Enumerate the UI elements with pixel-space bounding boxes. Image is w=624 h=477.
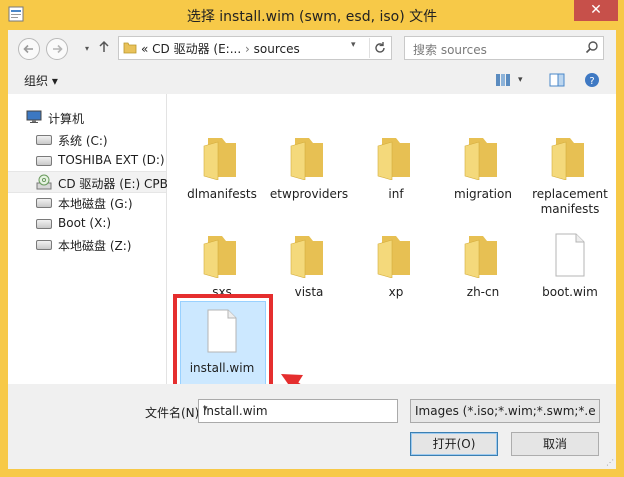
organize-menu-button[interactable]: 组织 ▾: [24, 72, 58, 89]
navigation-row: ▾ « CD 驱动器 (E:... › sources ▾ 搜索 sources: [8, 30, 616, 66]
file-item-migration[interactable]: migration: [440, 134, 526, 202]
dialog-client: ▾ « CD 驱动器 (E:... › sources ▾ 搜索 sources: [8, 30, 616, 469]
file-list: dlmanifests etwproviders inf migration r…: [167, 94, 616, 406]
folder-icon: [290, 138, 323, 181]
filename-input[interactable]: install.wim ▾: [198, 399, 398, 423]
file-name: vista: [294, 285, 324, 299]
close-button[interactable]: ✕: [574, 0, 618, 21]
preview-pane-icon[interactable]: [549, 72, 565, 88]
back-arrow-icon: [23, 44, 33, 54]
hard-drive-icon: [36, 198, 52, 208]
breadcrumb-sources[interactable]: sources: [254, 42, 300, 56]
hard-drive-icon: [36, 219, 52, 229]
file-item-inf[interactable]: inf: [353, 134, 439, 202]
highlight-annotation-box: [173, 294, 273, 390]
file-type-select[interactable]: Images (*.iso;*.wim;*.swm;*.e: [410, 399, 600, 423]
tree-item-drive-g[interactable]: 本地磁盘 (G:): [8, 192, 166, 212]
file-name: etwproviders: [269, 187, 349, 201]
folder-icon: [290, 236, 323, 279]
file-name: replacementmanifests: [532, 187, 608, 216]
tree-item-computer[interactable]: 计算机: [8, 107, 166, 127]
refresh-icon: [375, 42, 385, 53]
file-type-value: Images (*.iso;*.wim;*.swm;*.e: [415, 404, 596, 418]
chevron-down-icon[interactable]: ▾: [203, 404, 393, 414]
resize-grip-icon[interactable]: ⋰: [606, 458, 614, 467]
folder-icon: [464, 236, 497, 279]
title-bar[interactable]: 选择 install.wim (swm, esd, iso) 文件 ✕: [0, 0, 624, 30]
address-bar[interactable]: « CD 驱动器 (E:... › sources ▾: [118, 36, 392, 60]
open-button[interactable]: 打开(O): [410, 432, 498, 456]
file-item-xp[interactable]: xp: [353, 232, 439, 300]
svg-text:?: ?: [589, 76, 594, 87]
recent-locations-dropdown[interactable]: ▾: [85, 44, 89, 53]
tree-item-label: TOSHIBA EXT (D:): [58, 153, 165, 167]
folder-icon: [203, 138, 236, 181]
tree-item-drive-e[interactable]: CD 驱动器 (E:) CPB: [8, 171, 168, 193]
file-item-vista[interactable]: vista: [266, 232, 352, 300]
filename-label: 文件名(N):: [145, 406, 204, 420]
file-name: dlmanifests: [187, 187, 257, 201]
folder-icon: [377, 236, 410, 279]
tree-item-label: 系统 (C:): [58, 134, 108, 148]
folder-icon: [464, 138, 497, 181]
file-name: boot.wim: [542, 285, 598, 299]
window-title: 选择 install.wim (swm, esd, iso) 文件: [186, 9, 438, 25]
computer-icon: [26, 110, 42, 123]
file-name: zh-cn: [466, 285, 500, 299]
cancel-button[interactable]: 取消: [511, 432, 599, 456]
breadcrumb-drive[interactable]: CD 驱动器 (E:...: [152, 42, 241, 56]
hard-drive-icon: [36, 156, 52, 166]
folder-icon: [377, 138, 410, 181]
refresh-button[interactable]: [369, 38, 390, 58]
navigation-pane: 计算机 系统 (C:) TOSHIBA EXT (D:) CD 驱动器 (E:)…: [8, 94, 168, 384]
search-input[interactable]: 搜索 sources: [404, 36, 604, 60]
folder-icon: [203, 236, 236, 279]
tree-item-label: CD 驱动器 (E:) CPB: [58, 177, 168, 191]
tree-item-label: Boot (X:): [58, 216, 112, 230]
folder-icon: [551, 138, 584, 181]
tree-item-label: 计算机: [48, 112, 85, 126]
back-button[interactable]: [18, 38, 40, 60]
file-name: inf: [388, 187, 404, 201]
folder-icon: [123, 42, 137, 54]
file-item-etwproviders[interactable]: etwproviders: [266, 134, 352, 202]
breadcrumb: « CD 驱动器 (E:... › sources: [141, 40, 300, 57]
tree-item-drive-z[interactable]: 本地磁盘 (Z:): [8, 234, 166, 254]
view-options-icon[interactable]: [495, 72, 511, 88]
hard-drive-icon: [36, 135, 52, 145]
view-dropdown-icon[interactable]: ▾: [518, 75, 523, 85]
up-arrow-icon[interactable]: [96, 39, 112, 55]
breadcrumb-separator: ›: [245, 42, 250, 56]
file-name: xp: [388, 285, 404, 299]
tree-item-drive-c[interactable]: 系统 (C:): [8, 129, 166, 149]
forward-arrow-icon: [53, 44, 63, 54]
hard-drive-icon: [36, 240, 52, 250]
cd-drive-icon: [36, 174, 52, 190]
file-open-dialog: 选择 install.wim (swm, esd, iso) 文件 ✕ ▾ « …: [0, 0, 624, 477]
help-icon[interactable]: ?: [584, 72, 600, 88]
dialog-footer: 文件名(N): install.wim ▾ Images (*.iso;*.wi…: [8, 384, 616, 469]
forward-button[interactable]: [46, 38, 68, 60]
search-placeholder: 搜索 sources: [413, 43, 487, 57]
tree-item-label: 本地磁盘 (G:): [58, 197, 133, 211]
file-item-boot-wim[interactable]: boot.wim: [527, 232, 613, 300]
file-item-dlmanifests[interactable]: dlmanifests: [179, 134, 265, 202]
tree-item-drive-x[interactable]: Boot (X:): [8, 213, 166, 233]
file-item-sxs[interactable]: sxs: [179, 232, 265, 300]
command-bar: 组织 ▾ ▾ ?: [8, 66, 616, 94]
address-dropdown[interactable]: ▾: [351, 40, 356, 50]
breadcrumb-overflow[interactable]: «: [141, 42, 148, 56]
file-name: migration: [454, 187, 512, 201]
file-item-zh-cn[interactable]: zh-cn: [440, 232, 526, 300]
tree-item-drive-d[interactable]: TOSHIBA EXT (D:): [8, 150, 166, 170]
tree-item-label: 本地磁盘 (Z:): [58, 239, 132, 253]
search-icon: [585, 41, 598, 54]
file-icon: [555, 233, 585, 277]
file-item-replacementmanifests[interactable]: replacementmanifests: [527, 134, 613, 217]
